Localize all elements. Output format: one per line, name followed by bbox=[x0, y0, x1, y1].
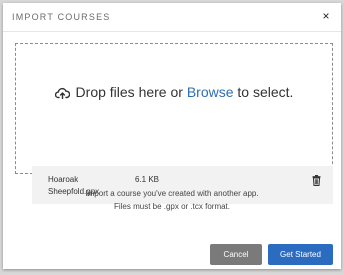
drop-prefix-text: Drop files here or bbox=[75, 84, 187, 100]
browse-link[interactable]: Browse bbox=[187, 84, 234, 100]
dialog-title: IMPORT COURSES bbox=[12, 12, 111, 22]
dialog-header: IMPORT COURSES × bbox=[3, 3, 341, 32]
cloud-upload-icon bbox=[54, 86, 70, 102]
import-courses-dialog: IMPORT COURSES × Drop files here or Brow… bbox=[3, 3, 341, 269]
help-text: Import a course you've created with anot… bbox=[3, 187, 341, 213]
help-line-1: Import a course you've created with anot… bbox=[85, 189, 259, 198]
file-dropzone[interactable]: Drop files here or Browse to select. Hoa… bbox=[15, 43, 333, 204]
drop-message: Drop files here or Browse to select. bbox=[16, 84, 332, 102]
trash-icon[interactable] bbox=[312, 173, 321, 186]
close-icon[interactable]: × bbox=[320, 10, 332, 22]
help-line-2: Files must be .gpx or .tcx format. bbox=[113, 202, 231, 211]
drop-suffix-text: to select. bbox=[233, 84, 294, 100]
cancel-button[interactable]: Cancel bbox=[210, 244, 262, 265]
dialog-footer: Cancel Get Started bbox=[3, 233, 341, 269]
file-size: 6.1 KB bbox=[135, 175, 160, 184]
get-started-button[interactable]: Get Started bbox=[268, 244, 333, 265]
